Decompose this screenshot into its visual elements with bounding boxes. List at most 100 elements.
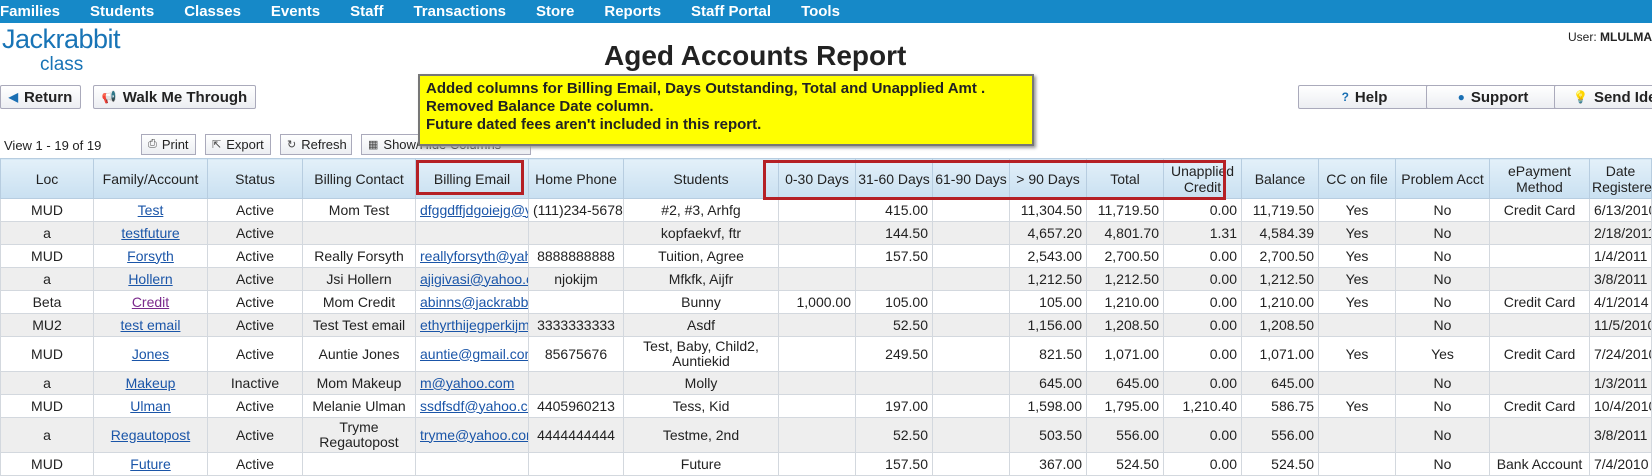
email-link[interactable]: ajigivasi@yahoo.com — [420, 271, 528, 287]
print-button[interactable]: ⎙ Print — [141, 134, 196, 155]
cell-d31: 157.50 — [855, 244, 933, 268]
cell-cc: Yes — [1318, 244, 1396, 268]
column-header-unapplied-credit[interactable]: Unapplied Credit — [1163, 158, 1242, 199]
nav-item-families[interactable]: Families — [0, 0, 76, 23]
column-header-students[interactable]: Students — [623, 158, 779, 199]
nav-item-store[interactable]: Store — [522, 0, 590, 23]
column-header-billing-email[interactable]: Billing Email — [415, 158, 529, 199]
column-header-loc[interactable]: Loc — [0, 158, 94, 199]
cell-problem: Yes — [1395, 336, 1490, 372]
email-link[interactable]: auntie@gmail.com — [420, 346, 528, 362]
cell-cc: Yes — [1318, 198, 1396, 222]
cell-students: #2, #3, Arhfg — [623, 198, 779, 222]
nav-item-staff[interactable]: Staff — [336, 0, 399, 23]
table-row: MUD Jones Active Auntie Jones auntie@gmail.c… — [0, 336, 1652, 372]
email-link[interactable]: reallyforsyth@yahoo.com — [420, 248, 528, 264]
family-link[interactable]: Regautopost — [111, 427, 190, 443]
cell-problem: No — [1395, 313, 1490, 337]
column-header-61-90-days[interactable]: 61-90 Days — [932, 158, 1010, 199]
column-header-cc-on-file[interactable]: CC on file — [1318, 158, 1396, 199]
family-link[interactable]: testfuture — [121, 225, 179, 241]
column-header-epayment-method[interactable]: ePayment Method — [1489, 158, 1590, 199]
email-link[interactable]: ssdfsdf@yahoo.com — [420, 398, 528, 414]
column-header-status[interactable]: Status — [207, 158, 303, 199]
cell-family: Ulman — [93, 394, 208, 418]
column-header-billing-contact[interactable]: Billing Contact — [302, 158, 416, 199]
column-header-family-account[interactable]: Family/Account — [93, 158, 208, 199]
nav-item-transactions[interactable]: Transactions — [399, 0, 522, 23]
cell-d31: 52.50 — [855, 417, 933, 453]
column-header-problem-acct[interactable]: Problem Acct — [1395, 158, 1490, 199]
cell-family: testfuture — [93, 221, 208, 245]
return-button[interactable]: ◀ Return — [0, 85, 81, 109]
cell-d31 — [855, 267, 933, 291]
support-button[interactable]: ● Support — [1426, 85, 1560, 109]
table-row: a testfuture Active kopfaekvf, ftr 144.50 4,6… — [0, 221, 1652, 245]
cell-status: Active — [207, 336, 303, 372]
cell-epay: Credit Card — [1489, 336, 1590, 372]
cell-family: Makeup — [93, 371, 208, 395]
cell-email: ssdfsdf@yahoo.com — [415, 394, 529, 418]
email-link[interactable]: tryme@yahoo.com — [420, 427, 528, 443]
family-link[interactable]: Credit — [132, 294, 169, 310]
email-link[interactable]: dfggdffjdgoiejg@yahoo.com — [420, 202, 528, 218]
cell-students: Tuition, Agree — [623, 244, 779, 268]
column-header-90-days[interactable]: > 90 Days — [1009, 158, 1087, 199]
cell-family: Jones — [93, 336, 208, 372]
column-header-31-60-days[interactable]: 31-60 Days — [855, 158, 933, 199]
cell-status: Active — [207, 452, 303, 476]
table-row: a Hollern Active Jsi Hollern ajigivasi@yahoo… — [0, 267, 1652, 291]
nav-item-events[interactable]: Events — [257, 0, 336, 23]
family-link[interactable]: Hollern — [128, 271, 172, 287]
cell-balance: 1,071.00 — [1241, 336, 1319, 372]
column-header-0-30-days[interactable]: 0-30 Days — [778, 158, 856, 199]
nav-item-reports[interactable]: Reports — [590, 0, 677, 23]
column-header-date-registered[interactable]: Date Registered — [1589, 158, 1652, 199]
email-link[interactable]: ethyrthijegperkijm@yahoo.com — [420, 317, 528, 333]
nav-item-students[interactable]: Students — [76, 0, 170, 23]
cell-unapplied: 0.00 — [1163, 417, 1242, 453]
cell-loc: MUD — [0, 452, 94, 476]
page-title: Aged Accounts Report — [604, 40, 907, 71]
table-row: MUD Future Active Future 157.50 367.00 524.50 0… — [0, 452, 1652, 476]
cell-cc — [1318, 452, 1396, 476]
cell-cc: Yes — [1318, 267, 1396, 291]
family-link[interactable]: test email — [121, 317, 181, 333]
export-button[interactable]: ⇱ Export — [205, 134, 271, 155]
cell-date: 1/3/2011 — [1589, 371, 1652, 395]
cell-email — [415, 452, 529, 476]
cell-loc: a — [0, 371, 94, 395]
email-link[interactable]: abinns@jackrabbittech.com — [420, 294, 528, 310]
support-label: Support — [1470, 88, 1529, 106]
column-header-home-phone[interactable]: Home Phone — [528, 158, 624, 199]
cell-d90: 821.50 — [1009, 336, 1087, 372]
jackrabbit-logo[interactable]: Jackrabbit class — [0, 24, 140, 75]
cell-contact: Auntie Jones — [302, 336, 416, 372]
nav-item-tools[interactable]: Tools — [787, 0, 856, 23]
cell-d0 — [778, 221, 856, 245]
cell-unapplied: 0.00 — [1163, 371, 1242, 395]
cell-d61 — [932, 221, 1010, 245]
cell-phone — [528, 452, 624, 476]
cell-unapplied: 0.00 — [1163, 452, 1242, 476]
column-header-total[interactable]: Total — [1086, 158, 1164, 199]
cell-epay — [1489, 417, 1590, 453]
nav-item-staff-portal[interactable]: Staff Portal — [677, 0, 787, 23]
send-idea-button[interactable]: 💡 Send Idea — [1554, 85, 1652, 109]
aged-accounts-table: Loc Family/Account Status Billing Contact Bi… — [0, 158, 1652, 476]
cell-status: Active — [207, 313, 303, 337]
family-link[interactable]: Test — [138, 202, 164, 218]
family-link[interactable]: Ulman — [130, 398, 170, 414]
nav-item-classes[interactable]: Classes — [170, 0, 257, 23]
family-link[interactable]: Forsyth — [127, 248, 174, 264]
column-header-balance[interactable]: Balance — [1241, 158, 1319, 199]
email-link[interactable]: m@yahoo.com — [420, 375, 514, 391]
family-link[interactable]: Future — [130, 456, 170, 472]
cell-cc — [1318, 313, 1396, 337]
help-button[interactable]: ? Help — [1298, 85, 1431, 109]
family-link[interactable]: Makeup — [126, 375, 176, 391]
family-link[interactable]: Jones — [132, 346, 169, 362]
refresh-button[interactable]: ↻ Refresh — [280, 134, 352, 155]
walk-label: Walk Me Through — [122, 88, 248, 106]
walk-me-through-button[interactable]: 📢 Walk Me Through — [93, 85, 256, 109]
